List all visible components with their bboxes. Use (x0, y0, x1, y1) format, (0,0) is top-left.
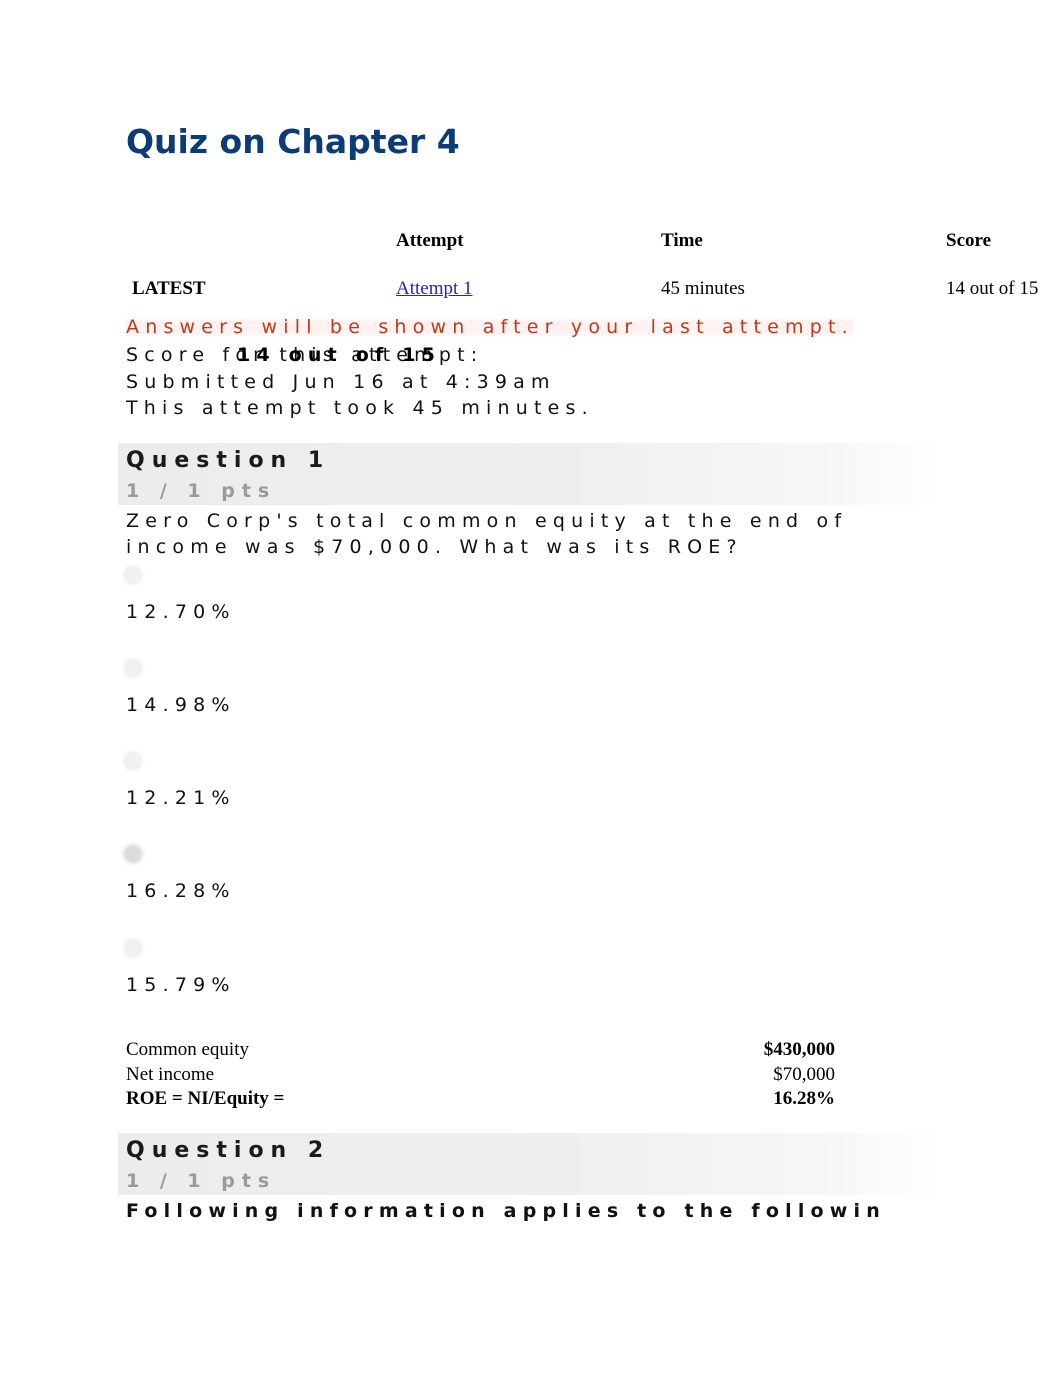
attempt-duration: This attempt took 45 minutes. (126, 397, 594, 419)
radio-button-icon[interactable] (126, 941, 140, 955)
option-label: 12.70% (126, 601, 236, 623)
table-row: ROE = NI/Equity = 16.28% (126, 1087, 835, 1112)
radio-button-selected-icon[interactable] (126, 847, 140, 861)
answers-shown-notice: Answers will be shown after your last at… (126, 316, 854, 338)
question-2-points: 1 / 1 pts (126, 1170, 277, 1192)
option-label: 12.21% (126, 787, 236, 809)
quiz-results-page: Quiz on Chapter 4 Attempt Time Score LAT… (0, 0, 1062, 1377)
question-1-text-line-2: income was $70,000. What was its ROE? (126, 536, 743, 558)
calc-label: ROE = NI/Equity = (126, 1088, 285, 1109)
table-row: Net income $70,000 (126, 1063, 835, 1088)
calc-label: Common equity (126, 1039, 249, 1060)
question-2-title: Question 2 (126, 1138, 331, 1163)
calc-value: $430,000 (763, 1039, 835, 1060)
radio-button-icon[interactable] (126, 754, 140, 768)
score-for-attempt-value: 14 out of 15 (237, 344, 442, 366)
calc-label: Net income (126, 1063, 215, 1085)
table-row: Common equity $430,000 (126, 1038, 835, 1063)
option-label: 15.79% (126, 974, 236, 996)
question-1-points: 1 / 1 pts (126, 480, 277, 502)
calc-value: $70,000 (773, 1063, 835, 1085)
calc-value: 16.28% (773, 1088, 835, 1109)
radio-button-icon[interactable] (126, 661, 140, 675)
submitted-timestamp: Submitted Jun 16 at 4:39am (126, 371, 556, 393)
question-1-title: Question 1 (126, 448, 331, 473)
question-1-calculation-table: Common equity $430,000 Net income $70,00… (126, 1038, 835, 1112)
radio-button-icon[interactable] (126, 568, 140, 582)
question-2-text-line-1: Following information applies to the fol… (126, 1200, 886, 1222)
option-label: 16.28% (126, 880, 236, 902)
option-label: 14.98% (126, 694, 236, 716)
